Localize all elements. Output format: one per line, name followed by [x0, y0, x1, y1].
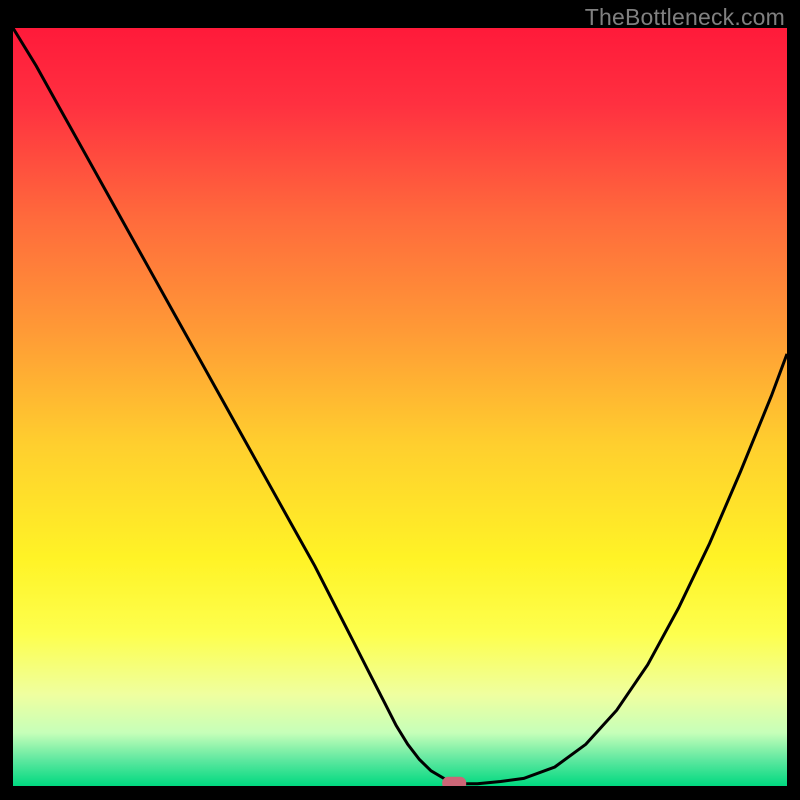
- gradient-background: [13, 28, 787, 786]
- watermark-text: TheBottleneck.com: [585, 4, 785, 31]
- bottleneck-chart: [13, 28, 787, 786]
- chart-frame: [13, 28, 787, 786]
- minimum-marker: [442, 777, 466, 786]
